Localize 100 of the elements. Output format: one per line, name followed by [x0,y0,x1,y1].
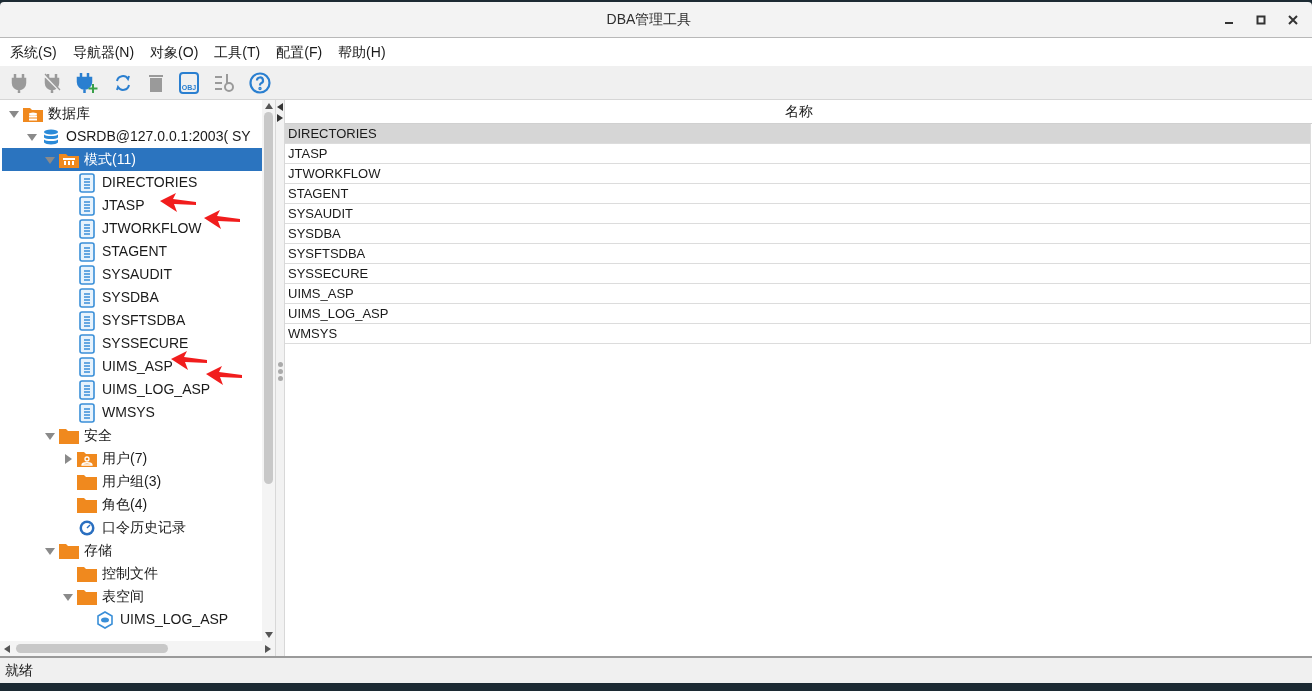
collapse-arrow-icon[interactable] [63,591,73,602]
tree-item-label: SYSAUDIT [101,265,173,284]
tree-row[interactable]: SYSFTSDBA [2,309,262,332]
tree-item-label: UIMS_ASP [101,357,174,376]
tree-row[interactable]: 表空间 [2,585,262,608]
horizontal-scrollbar[interactable] [0,641,275,656]
document-icon [79,356,95,377]
tree-row[interactable]: SYSAUDIT [2,263,262,286]
table-cell[interactable]: SYSSECURE [285,264,1311,284]
vertical-scrollbar[interactable] [262,100,275,641]
tree-item-label: JTWORKFLOW [101,219,203,238]
menu-item[interactable]: 配置(F) [276,41,323,63]
column-header[interactable]: 名称 [285,100,1312,123]
plug-add-icon[interactable] [76,71,98,94]
close-icon[interactable] [1288,14,1298,25]
scroll-left-icon[interactable] [4,644,10,653]
menu-item[interactable]: 系统(S) [10,41,57,63]
tree-item-label: DIRECTORIES [101,173,199,192]
document-icon [79,379,95,400]
document-icon [79,264,95,285]
tree-row[interactable]: UIMS_ASP [2,355,262,378]
tree-row[interactable]: JTASP [2,194,262,217]
tree-row[interactable]: 控制文件 [2,562,262,585]
scroll-up-icon[interactable] [264,103,273,109]
table-cell[interactable]: JTWORKFLOW [285,164,1311,184]
collapse-arrow-icon[interactable] [45,430,55,441]
tree-item-label: UIMS_LOG_ASP [119,610,230,629]
tree-row[interactable]: WMSYS [2,401,262,424]
menu-item[interactable]: 工具(T) [214,41,261,63]
document-icon [79,402,95,423]
tree-row[interactable]: 安全 [2,424,262,447]
table-cell[interactable]: JTASP [285,144,1311,164]
document-icon [79,241,95,262]
menu-item[interactable]: 导航器(N) [72,41,135,63]
tree-item-label: 用户(7) [101,449,149,468]
arrow-annotation [204,210,240,230]
menu-item[interactable]: 对象(O) [150,41,199,63]
arrow-annotation [160,193,196,213]
tree-row[interactable]: UIMS_LOG_ASP [2,378,262,401]
table-cell[interactable]: SYSFTSDBA [285,244,1311,264]
hexagon-icon [96,610,114,629]
document-icon [79,310,95,331]
scroll-down-icon[interactable] [264,632,273,638]
table-cell[interactable]: UIMS_ASP [285,284,1311,304]
tree-item-label: SYSSECURE [101,334,190,353]
maximize-icon[interactable] [1256,14,1266,25]
tree-row[interactable]: 用户组(3) [2,470,262,493]
document-icon [79,172,95,193]
collapse-arrow-icon[interactable] [27,131,37,142]
tree-item-label: UIMS_LOG_ASP [101,380,212,399]
tree-item-label: 模式(11) [83,150,137,169]
folder-icon [77,496,97,513]
tree-row[interactable]: 存储 [2,539,262,562]
table-cell[interactable]: SYSAUDIT [285,204,1311,224]
tree-item-label: OSRDB@127.0.0.1:2003( SY [65,127,252,146]
table-cell[interactable]: WMSYS [285,324,1311,344]
database-folder-icon [23,105,43,122]
table-cell[interactable]: STAGENT [285,184,1311,204]
tree-row[interactable]: 模式(11) [2,148,262,171]
arrow-annotation [206,366,242,386]
tree-item-label: 角色(4) [101,495,149,514]
menu-item[interactable]: 帮助(H) [338,41,386,63]
document-icon [79,195,95,216]
tree-row[interactable]: 数据库 [2,102,262,125]
folder-icon [59,427,79,444]
scroll-right-icon[interactable] [265,644,271,653]
tree-row[interactable]: SYSSECURE [2,332,262,355]
database-icon [43,128,59,145]
expand-right-icon[interactable] [277,114,283,122]
help-icon[interactable] [249,71,271,94]
tree-row[interactable]: OSRDB@127.0.0.1:2003( SY [2,125,262,148]
tree-item-label: 存储 [83,541,113,560]
folder-grid-icon [59,151,79,168]
tree-row[interactable]: 用户(7) [2,447,262,470]
tree-row[interactable]: 口令历史记录 [2,516,262,539]
collapse-left-icon[interactable] [277,103,283,111]
tree-item-label: 用户组(3) [101,472,163,491]
window-title: DBA管理工具 [606,10,692,29]
document-icon [79,333,95,354]
table-cell[interactable]: DIRECTORIES [285,124,1311,144]
expand-arrow-icon[interactable] [63,453,73,464]
tree-row[interactable]: 角色(4) [2,493,262,516]
collapse-arrow-icon[interactable] [45,545,55,556]
clock-icon [79,519,95,536]
refresh-icon[interactable] [113,72,133,93]
tree-item-label: 控制文件 [101,564,159,583]
table-cell[interactable]: UIMS_LOG_ASP [285,304,1311,324]
tree-item-label: 表空间 [101,587,145,606]
table-cell[interactable]: SYSDBA [285,224,1311,244]
tree-row[interactable]: JTWORKFLOW [2,217,262,240]
document-icon [79,218,95,239]
collapse-arrow-icon[interactable] [9,108,19,119]
tree-row[interactable]: DIRECTORIES [2,171,262,194]
folder-icon [77,565,97,582]
tree-item-label: 数据库 [47,104,91,123]
tree-item-label: JTASP [101,196,146,215]
tree-item-label: 口令历史记录 [101,518,187,537]
tree-row[interactable]: STAGENT [2,240,262,263]
tree-row[interactable]: UIMS_LOG_ASP [2,608,262,631]
tree-row[interactable]: SYSDBA [2,286,262,309]
